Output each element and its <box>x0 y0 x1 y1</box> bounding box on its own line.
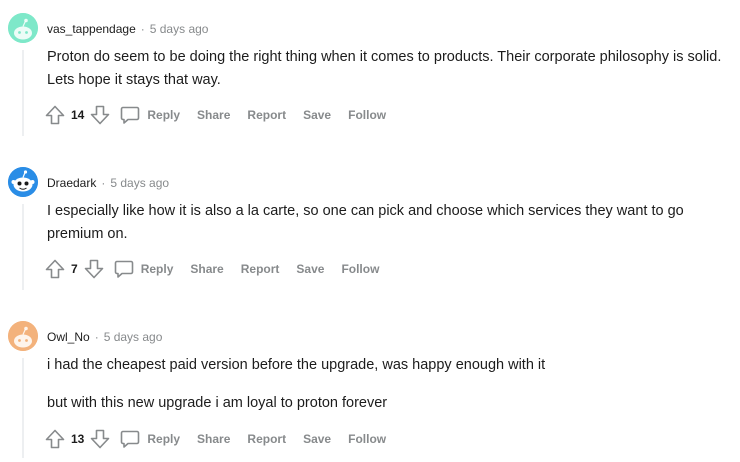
comment-meta: Owl_No · 5 days ago <box>47 330 162 344</box>
reply-button[interactable]: Reply <box>119 104 180 126</box>
share-button[interactable]: Share <box>197 432 230 446</box>
report-button[interactable]: Report <box>247 432 286 446</box>
speech-bubble-icon <box>114 260 133 278</box>
vote-score: 7 <box>71 262 78 276</box>
author-name[interactable]: Owl_No <box>47 330 90 344</box>
timestamp[interactable]: 5 days ago <box>110 176 169 190</box>
downvote-arrow-icon[interactable] <box>89 104 111 126</box>
action-bar: 14 Reply Share Report Save Follow <box>44 103 386 127</box>
meta-separator: · <box>140 22 145 36</box>
meta-separator: · <box>94 330 99 344</box>
thread-line[interactable] <box>22 50 24 136</box>
follow-button[interactable]: Follow <box>341 262 379 276</box>
comment-body: i had the cheapest paid version before t… <box>47 354 732 415</box>
meta-separator: · <box>101 176 106 190</box>
avatar[interactable] <box>8 13 38 43</box>
follow-button[interactable]: Follow <box>348 108 386 122</box>
comment-paragraph: i had the cheapest paid version before t… <box>47 357 546 373</box>
share-button[interactable]: Share <box>190 262 223 276</box>
report-button[interactable]: Report <box>247 108 286 122</box>
comment-paragraph: I especially like how it is also a la ca… <box>47 203 684 242</box>
upvote-arrow-icon[interactable] <box>44 104 66 126</box>
speech-bubble-icon <box>121 106 140 124</box>
reply-button[interactable]: Reply <box>113 258 174 280</box>
action-bar: 13 Reply Share Report Save Follow <box>44 427 386 451</box>
snoo-avatar-icon <box>8 321 38 351</box>
save-button[interactable]: Save <box>296 262 324 276</box>
author-name[interactable]: Draedark <box>47 176 96 190</box>
thread-line[interactable] <box>22 358 24 458</box>
vote-score: 13 <box>71 432 85 446</box>
comment-meta: vas_tappendage · 5 days ago <box>47 22 208 36</box>
comment-body: Proton do seem to be doing the right thi… <box>47 46 732 92</box>
thread-line[interactable] <box>22 204 24 290</box>
comment-body: I especially like how it is also a la ca… <box>47 200 732 246</box>
reply-button[interactable]: Reply <box>119 428 180 450</box>
upvote-arrow-icon[interactable] <box>44 428 66 450</box>
comment-paragraph: Proton do seem to be doing the right thi… <box>47 49 722 88</box>
author-name[interactable]: vas_tappendage <box>47 22 136 36</box>
follow-button[interactable]: Follow <box>348 432 386 446</box>
snoo-avatar-icon <box>8 13 38 43</box>
timestamp[interactable]: 5 days ago <box>104 330 163 344</box>
upvote-arrow-icon[interactable] <box>44 258 66 280</box>
comment-meta: Draedark · 5 days ago <box>47 176 169 190</box>
snoo-avatar-icon <box>8 167 38 197</box>
share-button[interactable]: Share <box>197 108 230 122</box>
reply-label: Reply <box>147 108 181 122</box>
timestamp[interactable]: 5 days ago <box>150 22 209 36</box>
comment-paragraph: but with this new upgrade i am loyal to … <box>47 395 388 411</box>
action-bar: 7 Reply Share Report Save Follow <box>44 257 379 281</box>
report-button[interactable]: Report <box>241 262 280 276</box>
save-button[interactable]: Save <box>303 432 331 446</box>
save-button[interactable]: Save <box>303 108 331 122</box>
reply-label: Reply <box>140 262 174 276</box>
downvote-arrow-icon[interactable] <box>83 258 105 280</box>
reply-label: Reply <box>147 432 181 446</box>
downvote-arrow-icon[interactable] <box>89 428 111 450</box>
avatar[interactable] <box>8 321 38 351</box>
avatar[interactable] <box>8 167 38 197</box>
speech-bubble-icon <box>121 430 140 448</box>
vote-score: 14 <box>71 108 85 122</box>
